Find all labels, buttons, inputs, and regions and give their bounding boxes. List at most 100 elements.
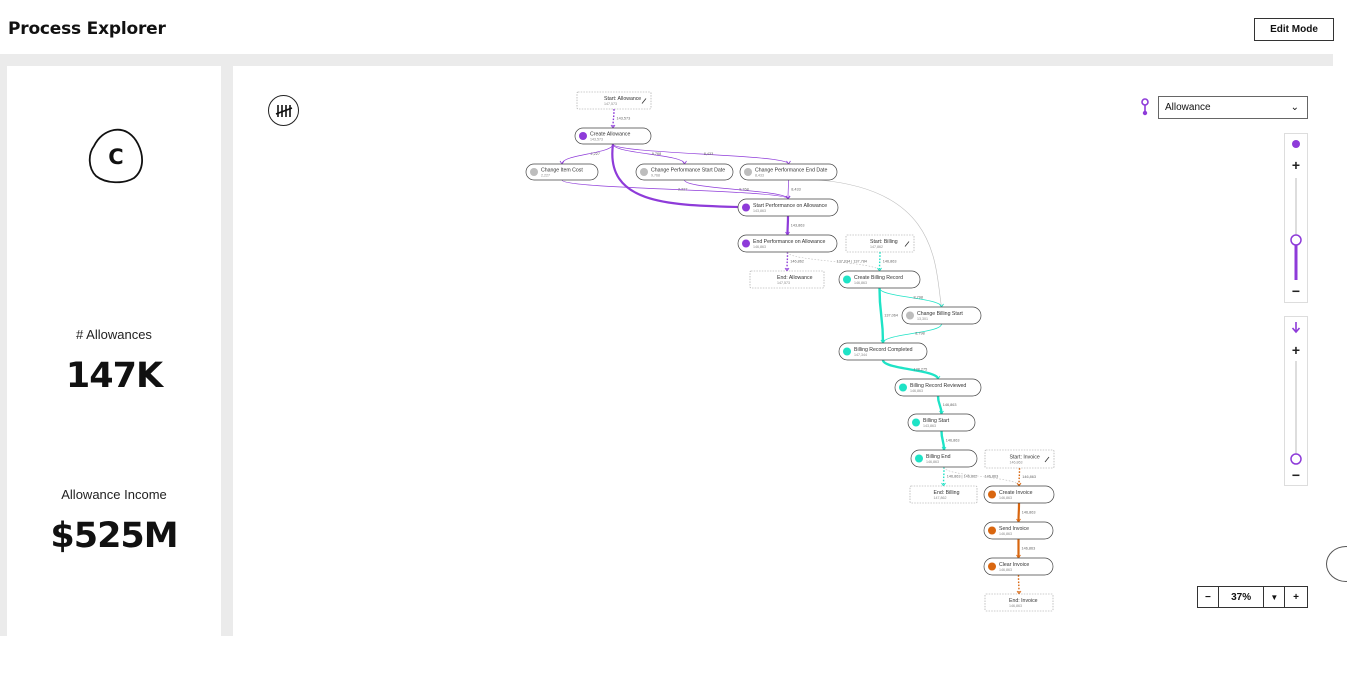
process-edge[interactable]	[612, 143, 789, 165]
process-node-billing-end[interactable]: Billing End146,863	[910, 449, 978, 468]
activities-slider[interactable]: + −	[1284, 133, 1308, 303]
node-status-dot	[843, 347, 851, 356]
edge-label: 2,227	[678, 188, 688, 192]
process-node-create-allowance[interactable]: Create Allowance143,573	[574, 127, 652, 145]
process-node-end-allowance[interactable]: End: Allowance147,573	[749, 270, 825, 289]
node-status-dot	[744, 168, 752, 176]
zoom-control: − 37% ▼ +	[1197, 586, 1308, 608]
edge-label: 146,863	[985, 475, 999, 479]
edge-label: 146,863	[1022, 475, 1036, 479]
process-edge[interactable]	[786, 215, 790, 236]
edge-arrowhead	[682, 160, 687, 165]
process-edge[interactable]	[882, 323, 942, 344]
process-node-end-invoice[interactable]: End: Invoice146,863	[984, 593, 1054, 612]
process-node-create-billing[interactable]: Create Billing Record146,863	[838, 270, 921, 289]
object-type-select[interactable]: Allowance ⌄	[1158, 96, 1308, 119]
process-node-change-item-cost[interactable]: Change Item Cost2,227	[525, 163, 599, 181]
edge-label: 146,863	[946, 439, 960, 443]
node-status-dot	[530, 168, 538, 176]
node-status-dot	[843, 275, 851, 284]
object-type-icon	[1141, 98, 1149, 116]
node-count: 143,863	[753, 209, 766, 213]
process-node-end-perf[interactable]: End Performance on Allowance146,863	[737, 234, 838, 253]
node-status-dot	[988, 490, 996, 499]
process-node-start-allowance[interactable]: Start: Allowance147,573	[576, 91, 652, 110]
statistics-toggle-button[interactable]	[268, 95, 299, 126]
process-node-clear-invoice[interactable]: Clear Invoice146,863	[983, 557, 1054, 576]
process-node-end-billing[interactable]: End: Billing147,862	[909, 485, 978, 504]
process-node-send-invoice[interactable]: Send Invoice146,863	[983, 521, 1054, 540]
paths-slider-track[interactable]	[1285, 359, 1307, 469]
node-count: 146,863	[999, 496, 1012, 500]
activities-slider-track[interactable]	[1285, 176, 1307, 286]
edges-layer: 143,5732,2279,7688,433131,7522,2279,7688…	[559, 108, 1036, 595]
process-edge[interactable]	[878, 287, 885, 344]
process-node-billing-reviewed[interactable]: Billing Record Reviewed146,863	[894, 378, 982, 397]
process-node-start-invoice[interactable]: Start: Invoice146,863	[984, 449, 1055, 469]
node-count: 143,863	[923, 424, 936, 428]
paths-increase-button[interactable]: +	[1285, 342, 1307, 358]
node-label: Change Performance End Date	[755, 168, 827, 174]
edge-label: 146,863	[1022, 511, 1036, 515]
process-edge[interactable]	[1017, 502, 1021, 523]
process-edge[interactable]	[612, 108, 615, 129]
edge-label: 137,034 | 137,784	[837, 260, 868, 264]
node-count: 146,863	[999, 568, 1012, 572]
edge-label: 146,863	[943, 403, 957, 407]
process-node-billing-start[interactable]: Billing Start143,863	[907, 413, 976, 432]
activities-increase-button[interactable]: +	[1285, 157, 1307, 173]
paths-decrease-button[interactable]: −	[1285, 467, 1307, 483]
process-edge[interactable]	[561, 143, 614, 165]
process-edge[interactable]	[1018, 467, 1021, 487]
process-edge[interactable]	[561, 179, 789, 200]
process-edge[interactable]	[878, 251, 881, 272]
paths-slider[interactable]: + −	[1284, 316, 1308, 486]
process-node-change-billing-start[interactable]: Change Billing Start13,301	[901, 306, 982, 325]
node-count: 146,863	[854, 281, 867, 285]
zoom-dropdown-button[interactable]: ▼	[1264, 587, 1286, 607]
process-node-change-perf-end[interactable]: Change Performance End Date8,433	[739, 163, 838, 181]
edge-label: 8,433	[704, 152, 714, 156]
edge-label: 143,863	[791, 224, 805, 228]
node-count: 147,573	[604, 102, 617, 106]
activity-dot-icon	[1292, 140, 1300, 148]
edge-label: 143,573	[617, 117, 631, 121]
node-status-dot	[742, 239, 750, 248]
tally-icon	[275, 104, 292, 117]
node-count: 8,433	[755, 174, 764, 178]
zoom-in-button[interactable]: +	[1285, 587, 1307, 607]
node-status-dot	[988, 526, 996, 535]
edge-label: 2,227	[591, 152, 601, 156]
activities-decrease-button[interactable]: −	[1285, 283, 1307, 299]
process-node-start-perf[interactable]: Start Performance on Allowance143,863	[737, 198, 839, 217]
edge-label: 137,064	[884, 314, 898, 318]
edge-label: 146,863	[1022, 547, 1036, 551]
process-edge[interactable]	[787, 179, 789, 200]
process-node-billing-completed[interactable]: Billing Record Completed147,344	[838, 342, 928, 361]
edge-label: 9,768	[739, 188, 749, 192]
node-count: 146,863	[999, 532, 1012, 536]
process-edge[interactable]	[879, 287, 942, 308]
process-node-start-billing[interactable]: Start: Billing147,862	[845, 234, 915, 253]
process-edge[interactable]	[684, 179, 789, 200]
process-node-create-invoice[interactable]: Create Invoice146,863	[983, 485, 1055, 504]
node-count: 9,768	[651, 174, 660, 178]
node-count: 147,862	[934, 496, 947, 500]
process-edge[interactable]	[881, 359, 940, 380]
process-node-change-perf-start[interactable]: Change Performance Start Date9,768	[635, 163, 734, 181]
edge-label: 9,768	[652, 152, 662, 156]
node-status-dot	[579, 132, 587, 140]
node-status-dot	[742, 203, 750, 212]
process-edge[interactable]	[786, 251, 789, 272]
node-count: 146,863	[926, 460, 939, 464]
node-count: 146,863	[1010, 461, 1023, 465]
edge-arrowhead	[786, 160, 791, 165]
edge-label: 146,863 | 146,862	[947, 475, 978, 479]
process-edge[interactable]	[612, 143, 685, 165]
node-count: 147,344	[854, 353, 867, 357]
zoom-out-button[interactable]: −	[1198, 587, 1219, 607]
process-edge[interactable]	[1017, 574, 1020, 595]
process-edge[interactable]	[942, 466, 945, 487]
node-count: 146,863	[1009, 604, 1022, 608]
edge-label: 138,275	[914, 368, 928, 372]
